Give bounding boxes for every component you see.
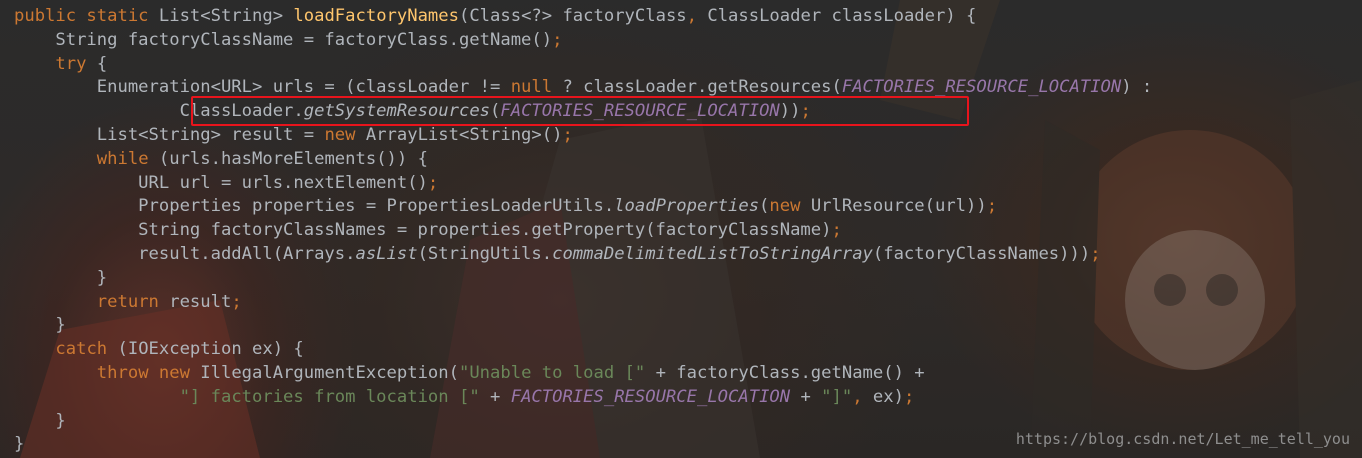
- code-token: new: [769, 196, 811, 217]
- highlight-annotation-box: [191, 96, 969, 126]
- watermark: https://blog.csdn.net/Let_me_tell_you: [1015, 430, 1350, 448]
- code-token: null: [510, 77, 563, 98]
- code-token: Properties properties = PropertiesLoader…: [14, 196, 615, 217]
- code-token: ,: [686, 6, 708, 26]
- code-token: return: [96, 291, 170, 312]
- code-token: ex): [872, 386, 904, 407]
- code-token: Enumeration<URL> urls = (classLoader !=: [14, 77, 511, 98]
- code-token: ;: [903, 386, 915, 407]
- code-line[interactable]: }: [14, 314, 1152, 338]
- code-line[interactable]: String factoryClassNames = properties.ge…: [14, 219, 1152, 243]
- code-token: (factoryClassNames))): [872, 243, 1091, 264]
- code-token: }: [14, 410, 66, 431]
- code-token: commaDelimitedListToStringArray: [552, 243, 873, 264]
- code-token: (Class<?> factoryClass: [458, 6, 687, 26]
- code-token: try: [55, 53, 97, 74]
- code-token: ;: [831, 220, 842, 241]
- code-token: ) :: [1121, 77, 1153, 98]
- code-line[interactable]: List<String> result = new ArrayList<Stri…: [14, 124, 1152, 148]
- code-token: String factoryClassName = factoryClass.g…: [14, 29, 553, 50]
- code-token: {: [96, 53, 108, 74]
- code-token: loadFactoryNames: [293, 6, 459, 26]
- code-token: while: [96, 148, 159, 169]
- code-token: asList: [355, 243, 418, 264]
- code-token: throw new: [96, 362, 201, 383]
- code-token: +: [490, 386, 511, 407]
- code-token: (StringUtils.: [417, 243, 553, 264]
- code-line[interactable]: Properties properties = PropertiesLoader…: [14, 195, 1152, 219]
- code-line[interactable]: public static List<String> loadFactoryNa…: [14, 5, 1152, 29]
- code-token: "]": [821, 386, 853, 407]
- code-line[interactable]: URL url = urls.nextElement();: [14, 172, 1152, 196]
- code-token: UrlResource(url)): [810, 196, 987, 217]
- code-token: ? classLoader.getResources(: [562, 77, 842, 98]
- code-line[interactable]: while (urls.hasMoreElements()) {: [14, 148, 1152, 172]
- code-token: ;: [986, 196, 998, 217]
- code-token: "Unable to load [": [458, 362, 656, 383]
- code-token: ;: [231, 291, 242, 312]
- code-token: String factoryClassNames = properties.ge…: [14, 220, 832, 241]
- code-token: new: [324, 124, 366, 145]
- code-token: result: [169, 291, 232, 312]
- code-token: (: [759, 196, 770, 217]
- code-token: URL url = urls.nextElement(): [14, 172, 428, 193]
- code-token: ;: [1090, 243, 1101, 264]
- code-token: }: [14, 434, 25, 455]
- code-line[interactable]: return result;: [14, 291, 1152, 315]
- code-token: +: [800, 386, 822, 407]
- code-line[interactable]: "] factories from location [" + FACTORIE…: [14, 386, 1152, 410]
- code-token: ,: [852, 386, 873, 407]
- code-line[interactable]: }: [14, 410, 1152, 434]
- code-token: result.addAll(Arrays.: [14, 243, 356, 264]
- code-token: List<String>: [158, 6, 294, 26]
- code-token: ClassLoader classLoader) {: [707, 6, 977, 26]
- code-token: public static: [14, 6, 159, 26]
- code-line[interactable]: result.addAll(Arrays.asList(StringUtils.…: [14, 243, 1152, 267]
- code-line[interactable]: String factoryClassName = factoryClass.g…: [14, 29, 1152, 53]
- code-line[interactable]: }: [14, 267, 1152, 291]
- code-line[interactable]: throw new IllegalArgumentException("Unab…: [14, 362, 1152, 386]
- code-token: "] factories from location [": [179, 386, 491, 407]
- code-token: + factoryClass.getName() +: [655, 362, 925, 383]
- code-editor[interactable]: public static List<String> loadFactoryNa…: [0, 0, 1362, 458]
- code-token: (IOException ex) {: [117, 339, 304, 360]
- code-block[interactable]: public static List<String> loadFactoryNa…: [14, 5, 1152, 457]
- code-token: ArrayList<String>(): [365, 124, 563, 145]
- code-token: (urls.hasMoreElements()) {: [158, 148, 428, 169]
- code-token: }: [14, 315, 66, 336]
- code-token: }: [14, 267, 108, 288]
- code-token: List<String> result =: [14, 124, 325, 145]
- code-token: ;: [562, 124, 573, 145]
- code-token: ;: [427, 172, 439, 193]
- code-line[interactable]: try {: [14, 53, 1152, 77]
- code-token: catch: [55, 339, 118, 360]
- code-token: loadProperties: [614, 196, 760, 217]
- code-token: IllegalArgumentException(: [200, 362, 459, 383]
- code-line[interactable]: catch (IOException ex) {: [14, 338, 1152, 362]
- code-line[interactable]: }: [14, 433, 1152, 457]
- code-token: FACTORIES_RESOURCE_LOCATION: [841, 77, 1122, 98]
- code-token: FACTORIES_RESOURCE_LOCATION: [510, 386, 801, 407]
- code-token: ;: [552, 29, 563, 50]
